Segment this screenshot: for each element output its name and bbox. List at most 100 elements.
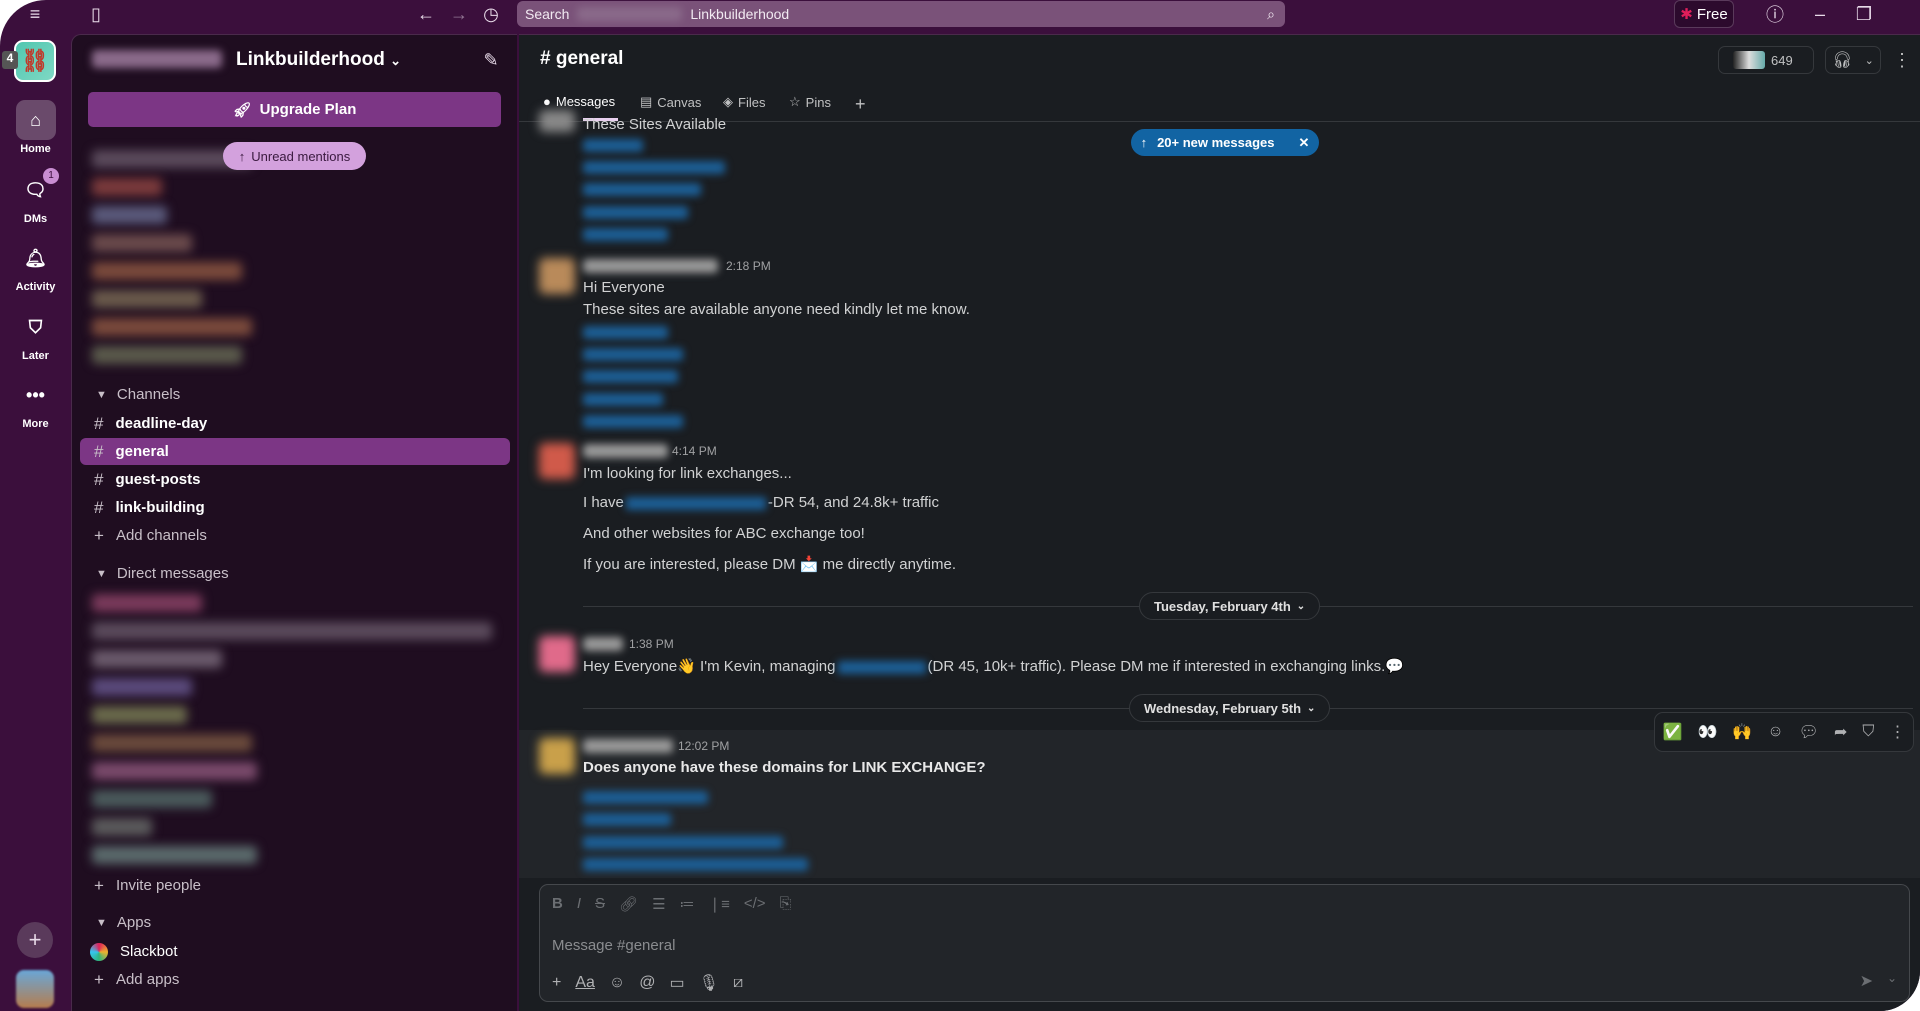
mention-icon[interactable]: @ (639, 974, 655, 992)
free-plan-button[interactable]: ✱ Free (1674, 0, 1734, 28)
send-icon[interactable]: ➤ (1860, 971, 1873, 991)
italic-icon[interactable]: I (577, 895, 581, 913)
history-icon[interactable]: ◷ (479, 2, 503, 26)
bookmark-icon[interactable]: ⛉ (1862, 723, 1874, 741)
timestamp[interactable]: 1:38 PM (629, 637, 674, 651)
apps-section-toggle[interactable]: ▼ Apps (96, 914, 151, 931)
message-link[interactable] (837, 660, 926, 674)
huddle-button[interactable]: 🎧︎ ⌄ (1825, 46, 1881, 74)
date-pill[interactable]: Wednesday, February 5th ⌄ (1129, 694, 1331, 722)
upgrade-plan-button[interactable]: 🚀︎ Upgrade Plan (88, 92, 501, 127)
dm-item[interactable] (92, 706, 187, 724)
add-tab-button[interactable]: + (855, 94, 866, 115)
compose-icon[interactable]: ✎ (478, 48, 504, 72)
bold-icon[interactable]: B (552, 895, 563, 913)
add-apps-button[interactable]: + Add apps (80, 966, 510, 993)
message-link[interactable] (583, 183, 701, 196)
message-link[interactable] (583, 206, 688, 219)
message-link[interactable] (583, 348, 683, 361)
timestamp[interactable]: 12:02 PM (678, 739, 729, 753)
rail-activity[interactable]: 🔔︎ Activity (0, 238, 71, 294)
unread-mentions-button[interactable]: ↑ Unread mentions (223, 142, 366, 170)
members-button[interactable]: 649 (1718, 46, 1814, 74)
more-vertical-icon[interactable]: ⋮ (1889, 722, 1905, 742)
dm-item[interactable] (92, 734, 252, 752)
bullet-list-icon[interactable]: ≔ (680, 895, 695, 913)
message-link[interactable] (583, 161, 725, 174)
message-link[interactable] (583, 415, 683, 428)
new-messages-banner[interactable]: ↑ 20+ new messages ✕ (1131, 129, 1319, 156)
slash-command-icon[interactable]: ⧄ (733, 974, 743, 992)
timestamp[interactable]: 2:18 PM (726, 259, 771, 273)
help-icon[interactable]: ⓘ (1762, 2, 1788, 26)
workspace-logo[interactable]: ⛓ (14, 40, 56, 82)
react-check-button[interactable]: ✅ (1663, 722, 1683, 742)
invite-people-button[interactable]: + Invite people (80, 872, 510, 899)
channel-title[interactable]: # general (540, 48, 623, 70)
react-eyes-button[interactable]: 👀 (1697, 722, 1717, 742)
sidebar-toggle-icon[interactable]: ▯ (84, 3, 108, 25)
message-link[interactable] (583, 326, 668, 339)
code-icon[interactable]: </> (744, 895, 766, 913)
rail-more[interactable]: ••• More (0, 375, 71, 431)
video-icon[interactable]: ▭ (670, 973, 685, 993)
blockquote-icon[interactable]: ❘≡ (709, 895, 730, 913)
rail-home[interactable]: ⌂ Home (0, 100, 71, 155)
message-link[interactable] (583, 393, 663, 406)
app-slackbot[interactable]: Slackbot (80, 938, 510, 965)
dm-item[interactable] (92, 790, 212, 808)
channels-section-toggle[interactable]: ▼ Channels (96, 386, 180, 403)
message-link[interactable] (583, 836, 783, 849)
back-icon[interactable]: ← (414, 2, 438, 26)
search-input[interactable]: Search Linkbuilderhood ⌕ (517, 1, 1285, 27)
message-link[interactable] (583, 370, 678, 383)
microphone-icon[interactable]: 🎙︎ (699, 973, 719, 993)
timestamp[interactable]: 4:14 PM (672, 444, 717, 458)
add-reaction-icon[interactable]: ☺ (1767, 723, 1783, 741)
strikethrough-icon[interactable]: S (595, 895, 605, 913)
close-icon[interactable]: ✕ (1299, 135, 1310, 151)
channel-link-building[interactable]: # link-building (80, 494, 510, 521)
rail-later[interactable]: ⛉ Later (0, 307, 71, 363)
dm-item[interactable] (92, 622, 492, 640)
forward-icon[interactable]: → (447, 2, 471, 26)
formatting-icon[interactable]: Aa (575, 974, 595, 992)
reply-thread-icon[interactable]: 💬︎ (1799, 722, 1819, 742)
add-channels-button[interactable]: + Add channels (80, 522, 510, 549)
workspace-name-button[interactable]: Linkbuilderhood ⌄ (236, 49, 401, 71)
add-workspace-button[interactable]: + (17, 922, 53, 958)
message-link[interactable] (583, 139, 643, 152)
channel-guest-posts[interactable]: # guest-posts (80, 466, 510, 493)
dm-item[interactable] (92, 846, 257, 864)
dm-item[interactable] (92, 594, 202, 612)
rail-dms[interactable]: 🗨 DMs (0, 170, 71, 226)
code-block-icon[interactable]: ⎘ (780, 895, 792, 913)
more-vertical-icon[interactable]: ⋮ (1893, 48, 1911, 72)
ordered-list-icon[interactable]: ☰ (652, 895, 665, 913)
message-input[interactable]: Message #general (552, 937, 675, 954)
tab-messages[interactable]: ● Messages (543, 94, 615, 109)
forward-icon[interactable]: ➦ (1834, 722, 1847, 742)
dm-item[interactable] (92, 678, 192, 696)
tab-files[interactable]: ◈ Files (723, 94, 765, 110)
message-link[interactable] (583, 791, 708, 804)
react-raised-hands-button[interactable]: 🙌 (1732, 722, 1752, 742)
restore-icon[interactable]: ❐ (1852, 2, 1876, 26)
message-link[interactable] (583, 858, 808, 871)
message-link[interactable] (625, 496, 766, 510)
tab-pins[interactable]: ☆ Pins (789, 94, 831, 110)
link-icon[interactable]: 🔗︎ (619, 895, 638, 913)
plus-icon[interactable]: + (552, 974, 561, 992)
chevron-down-icon[interactable]: ⌄ (1887, 971, 1897, 985)
date-pill[interactable]: Tuesday, February 4th ⌄ (1139, 592, 1321, 620)
dm-item[interactable] (92, 650, 222, 668)
channel-general[interactable]: # general (80, 438, 510, 465)
dm-item[interactable] (92, 762, 257, 780)
message-link[interactable] (583, 813, 671, 826)
dm-section-toggle[interactable]: ▼ Direct messages (96, 565, 229, 582)
channel-deadline-day[interactable]: # deadline-day (80, 410, 510, 437)
tab-canvas[interactable]: ▤ Canvas (640, 94, 701, 110)
message-link[interactable] (583, 228, 668, 241)
minimize-icon[interactable]: – (1808, 2, 1832, 26)
emoji-icon[interactable]: ☺ (609, 974, 625, 992)
